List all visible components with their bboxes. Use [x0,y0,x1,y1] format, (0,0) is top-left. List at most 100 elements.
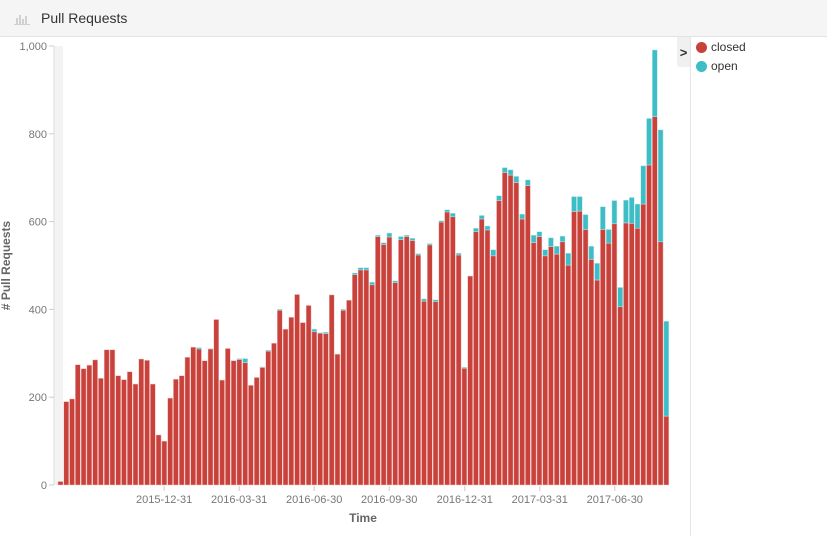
bar-closed [168,398,173,485]
legend-item-closed[interactable]: closed [696,40,746,54]
bar-closed [179,376,184,485]
bar-closed [225,348,230,485]
x-tick-label: 2016-03-31 [211,494,267,506]
bar-closed [248,385,253,485]
bar-open [196,348,201,349]
bar-open [370,282,375,285]
legend-item-open[interactable]: open [696,59,738,73]
legend-panel: closed open [690,37,827,536]
bar-open [277,309,282,310]
bar-closed [127,372,132,485]
y-tick-label: 200 [29,392,47,404]
bar-open [323,332,328,333]
panel-header: Pull Requests [0,0,827,37]
bar-closed [208,349,213,485]
y-axis: 02004006008001,000 [19,41,63,492]
bar-closed [191,347,196,485]
closed-color-dot [696,42,707,53]
bar-open [445,210,450,212]
bar-closed [577,211,582,485]
bar-closed [162,441,167,485]
bar-closed [398,240,403,485]
bar-open [398,237,403,240]
bar-closed [277,310,282,485]
bar-open [647,118,652,165]
bar-closed [347,300,352,485]
bar-closed [445,212,450,485]
legend-collapse-toggle[interactable]: > [677,37,690,67]
bar-closed [306,305,311,485]
legend-label: closed [711,40,746,54]
bar-closed [70,399,75,485]
bar-open [514,176,519,182]
bar-closed [658,242,663,485]
bar-closed [116,376,121,485]
bar-closed [635,228,640,485]
bar-open [375,235,380,236]
bar-closed [600,230,605,485]
bar-closed [295,294,300,485]
bar-open [641,166,646,204]
bar-closed [525,186,530,485]
bar-closed [318,333,323,485]
bar-open [560,236,565,242]
bar-open [416,254,421,255]
bar-closed [664,416,669,485]
bar-closed [652,117,657,485]
bar-open [387,233,392,237]
bar-open [629,197,634,223]
bar-open [595,263,600,280]
bar-open [243,359,248,363]
bar-open [473,228,478,232]
bar-closed [254,377,259,485]
bar-open [341,309,346,310]
bar-open [485,226,490,230]
y-tick-label: 600 [29,217,47,229]
y-axis-band [54,46,63,485]
bar-open [358,268,363,270]
bar-closed [416,255,421,485]
bar-closed [641,204,646,485]
bar-closed [554,254,559,485]
bar-closed [393,283,398,485]
x-axis: 2015-12-312016-03-312016-06-302016-09-30… [136,486,643,506]
bar-open [566,253,571,265]
bars [58,50,669,485]
bar-closed [329,295,334,485]
bar-open [664,321,669,416]
legend-label: open [711,59,738,73]
bar-open [450,213,455,217]
bar-open [508,170,513,175]
bar-open [237,359,242,360]
bar-open [410,238,415,240]
bar-closed [404,237,409,485]
bar-closed [104,350,109,485]
bar-chart-icon [14,12,30,24]
bar-chart: 02004006008001,000 2015-12-312016-03-312… [0,37,690,536]
bar-open [572,197,577,212]
bar-closed [531,243,536,485]
bar-closed [323,334,328,485]
bar-closed [450,217,455,485]
bar-open [433,300,438,302]
bar-open [652,50,657,117]
bar-open [623,200,628,223]
bar-closed [566,265,571,485]
bar-open [427,244,432,245]
bar-open [381,243,386,245]
bar-open [352,273,357,275]
bar-closed [196,349,201,485]
bar-closed [220,380,225,485]
bar-closed [473,232,478,485]
bar-closed [260,367,265,485]
bar-open [612,201,617,224]
bar-closed [93,360,98,485]
bar-closed [271,343,276,485]
bar-closed [145,360,150,485]
bar-open [577,197,582,211]
bar-open [543,250,548,256]
x-tick-label: 2017-03-31 [512,494,568,506]
chart-area: 02004006008001,000 2015-12-312016-03-312… [0,37,690,536]
bar-open [497,196,502,201]
bar-closed [583,230,588,485]
